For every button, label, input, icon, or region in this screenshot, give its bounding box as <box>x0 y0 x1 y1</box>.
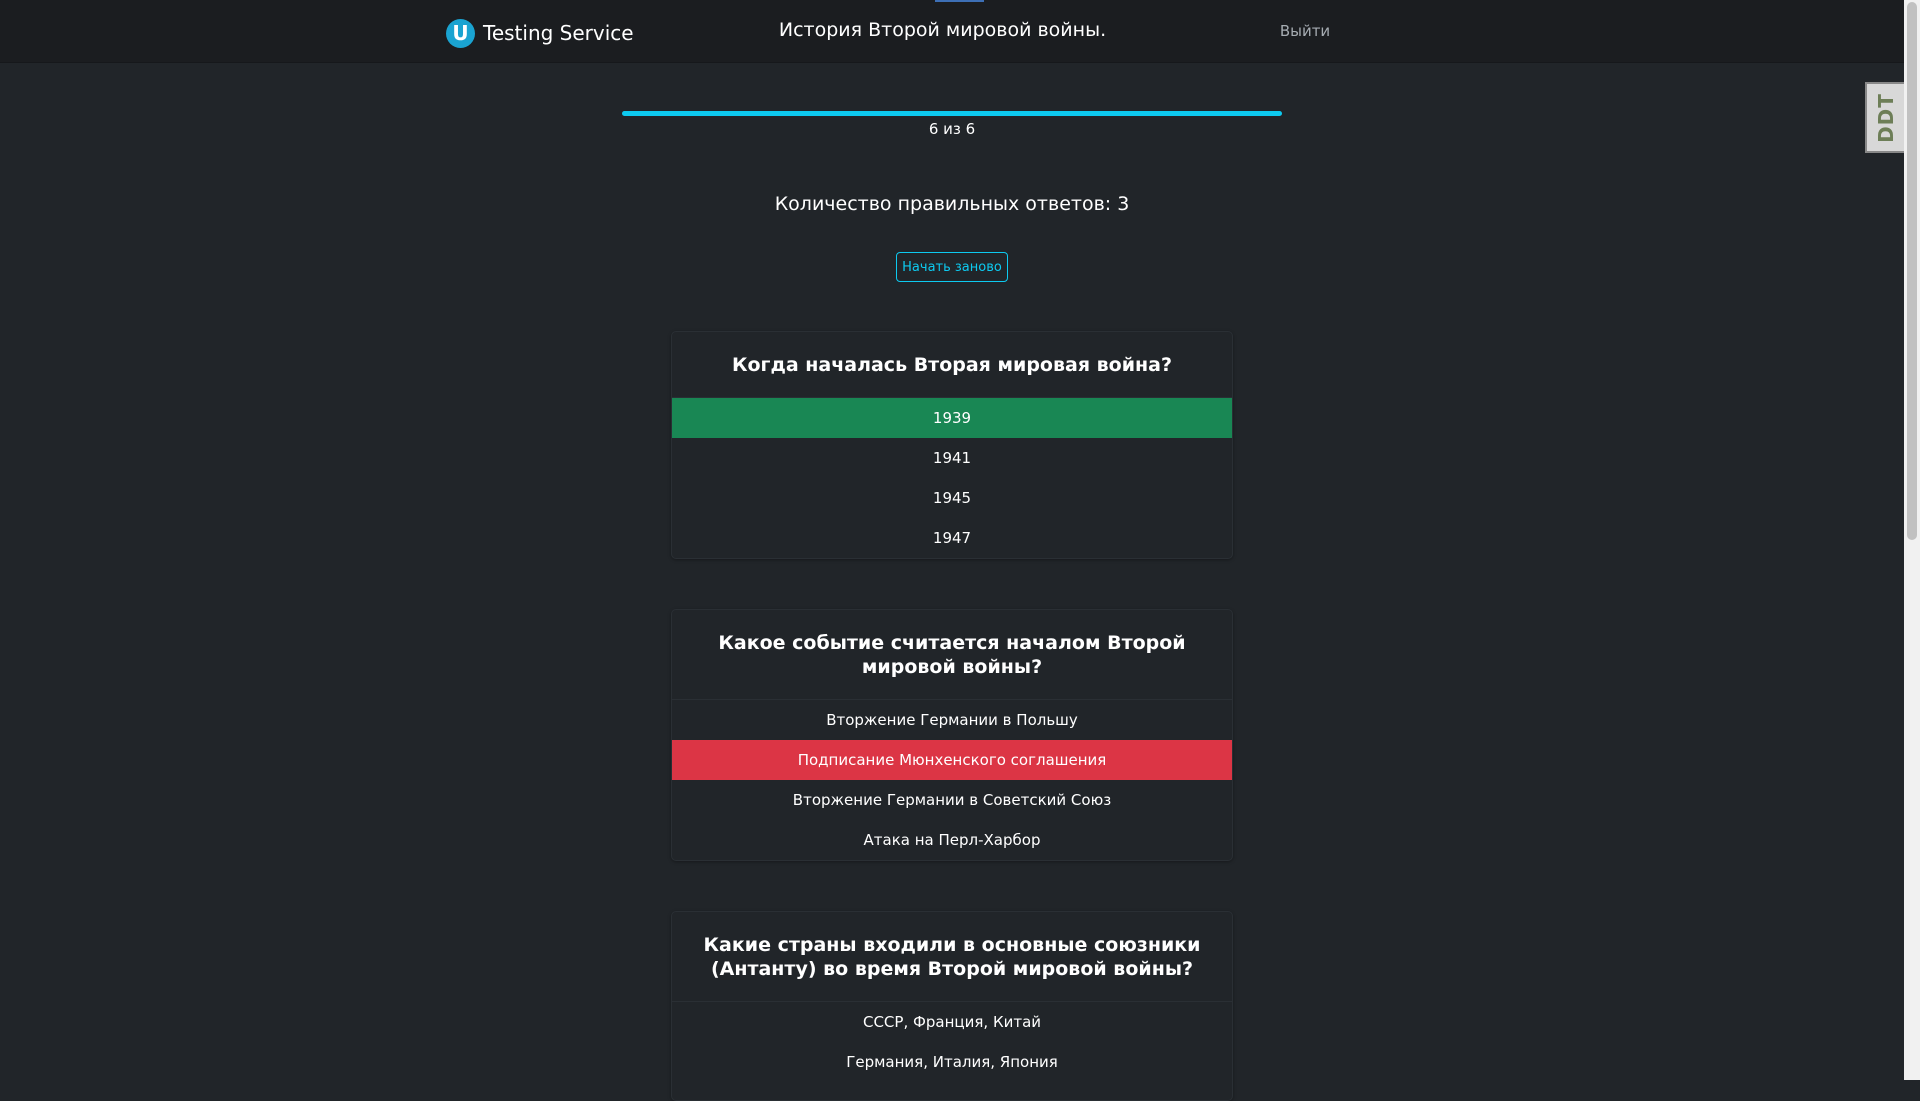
dark-reader-icon[interactable]: DDT <box>1865 82 1904 153</box>
question-text: Какое событие считается началом Второй м… <box>672 610 1232 700</box>
answer-option[interactable]: Вторжение Германии в Польшу <box>672 700 1232 740</box>
restart-button[interactable]: Начать заново <box>896 252 1008 282</box>
dark-reader-label: DDT <box>1873 92 1898 143</box>
answer-option[interactable]: 1945 <box>672 478 1232 518</box>
answer-option[interactable]: 1947 <box>672 518 1232 558</box>
top-navbar: U Testing Service История Второй мировой… <box>0 0 1904 63</box>
brand-home-link[interactable]: U Testing Service <box>446 18 634 48</box>
brand-name: Testing Service <box>483 21 634 45</box>
nav-active-indicator <box>935 0 984 2</box>
page-title: История Второй мировой войны. <box>778 19 1107 41</box>
question-text: Когда началась Вторая мировая война? <box>672 332 1232 398</box>
page-scrollbar[interactable] <box>1904 0 1920 1080</box>
scrollbar-thumb[interactable] <box>1907 2 1917 540</box>
answer-option[interactable]: Вторжение Германии в Советский Союз <box>672 780 1232 820</box>
answer-option[interactable]: Подписание Мюнхенского соглашения <box>672 740 1232 780</box>
answer-option[interactable]: Германия, Италия, Япония <box>672 1042 1232 1082</box>
score-text: Количество правильных ответов: 3 <box>774 193 1130 215</box>
progress-bar-fill <box>622 111 1282 116</box>
answer-option[interactable]: 1939 <box>672 398 1232 438</box>
progress-bar <box>622 111 1282 116</box>
answer-option[interactable]: Атака на Перл-Харбор <box>672 820 1232 860</box>
answer-option[interactable]: 1941 <box>672 438 1232 478</box>
progress-label: 6 из 6 <box>928 120 976 138</box>
question-card: Когда началась Вторая мировая война? 193… <box>671 331 1233 559</box>
answer-option[interactable]: СССР, Франция, Китай <box>672 1002 1232 1042</box>
brand-logo-icon: U <box>446 18 475 48</box>
question-card: Какое событие считается началом Второй м… <box>671 609 1233 861</box>
logout-link[interactable]: Выйти <box>1270 22 1340 40</box>
question-text: Какие страны входили в основные союзники… <box>672 912 1232 1002</box>
question-card: Какие страны входили в основные союзники… <box>671 911 1233 1101</box>
